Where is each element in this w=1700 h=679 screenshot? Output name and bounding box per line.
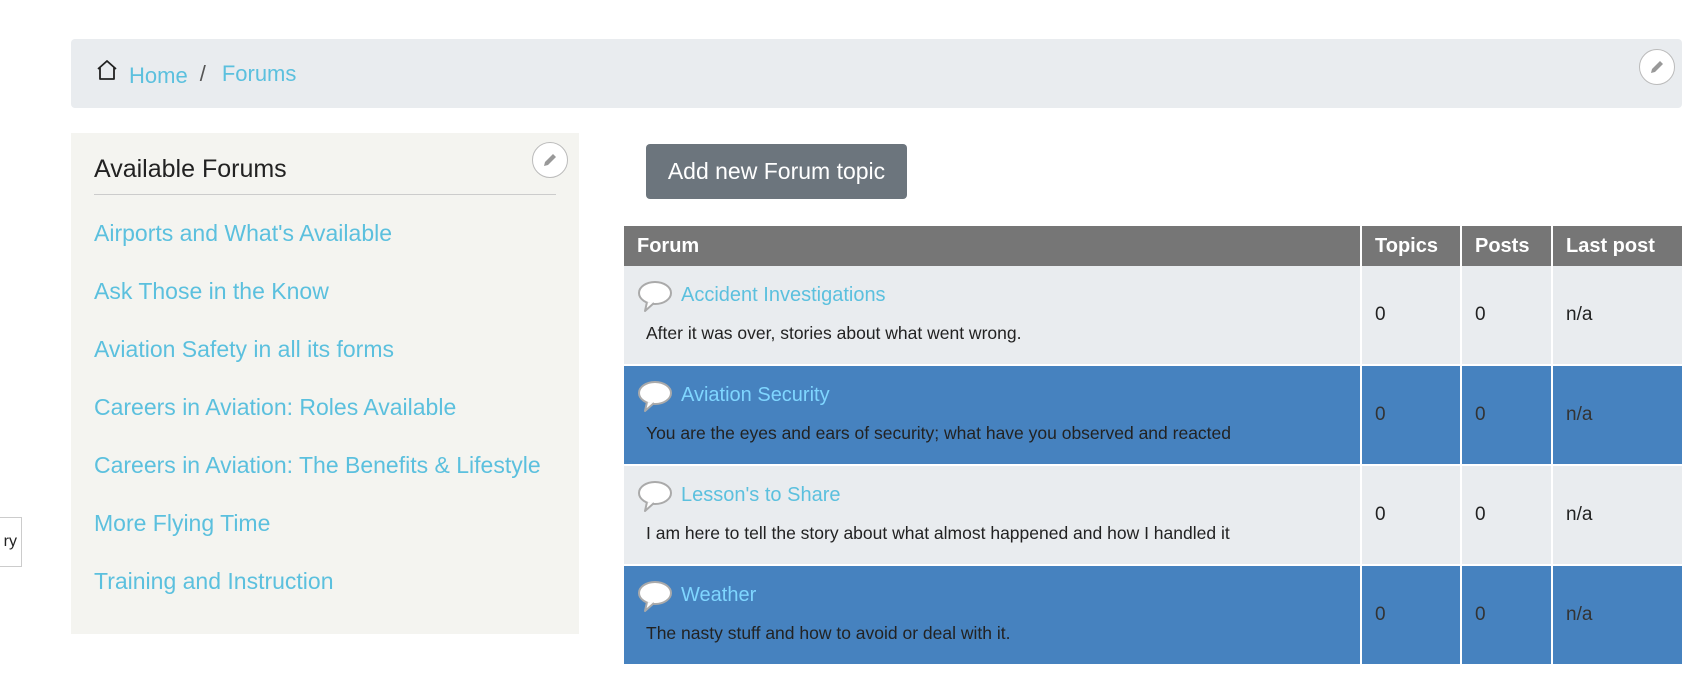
table-row: Weather The nasty stuff and how to avoid… [624,565,1682,666]
posts-count: 0 [1461,465,1553,566]
breadcrumb-trail: Home / Forums [95,59,296,89]
list-item: Airports and What's Available [94,220,541,278]
speech-bubble-icon [638,380,672,412]
available-forums-panel: Available Forums Airports and What's Ava… [71,133,579,634]
forum-cell: Aviation Security You are the eyes and e… [624,365,1362,466]
forum-link[interactable]: Aviation Safety in all its forms [94,336,394,362]
add-forum-topic-button[interactable]: Add new Forum topic [646,144,907,199]
forum-cell: Lesson's to Share I am here to tell the … [624,465,1362,566]
forum-heading: Accident Investigations [637,279,1347,313]
forum-heading: Aviation Security [637,379,1347,413]
last-post: n/a [1552,266,1682,366]
breadcrumb-forums-link[interactable]: Forums [222,61,297,87]
table-row: Aviation Security You are the eyes and e… [624,365,1682,466]
speech-bubble-icon [638,280,672,312]
topics-count: 0 [1361,465,1462,566]
forum-link[interactable]: Airports and What's Available [94,220,392,246]
clipped-side-tab-label: ry [3,533,17,550]
list-item: Training and Instruction [94,568,541,626]
pencil-icon [1651,61,1663,73]
clipped-side-tab[interactable]: ry [0,517,22,567]
topics-count: 0 [1361,266,1462,366]
breadcrumb-separator: / [199,61,206,86]
forum-description: I am here to tell the story about what a… [646,522,1230,543]
forum-table: Forum Topics Posts Last post Accident In… [624,226,1682,666]
forum-description: The nasty stuff and how to avoid or deal… [646,622,1011,643]
forum-cell: Weather The nasty stuff and how to avoid… [624,565,1362,666]
list-item: Careers in Aviation: Roles Available [94,394,541,452]
list-item: More Flying Time [94,510,541,568]
forum-heading: Lesson's to Share [637,479,1347,513]
forum-title-link[interactable]: Accident Investigations [681,284,886,307]
pencil-icon [544,154,556,166]
topics-count: 0 [1361,365,1462,466]
forum-description: You are the eyes and ears of security; w… [646,422,1232,443]
last-post: n/a [1552,365,1682,466]
table-row: Accident Investigations After it was ove… [624,266,1682,366]
forum-link[interactable]: More Flying Time [94,510,270,536]
forum-title-link[interactable]: Aviation Security [681,384,830,407]
last-post: n/a [1552,465,1682,566]
last-post: n/a [1552,565,1682,666]
forum-cell: Accident Investigations After it was ove… [624,266,1362,366]
sidebar-edit-button[interactable] [532,142,568,178]
column-header-forum: Forum [624,226,1362,266]
posts-count: 0 [1461,365,1553,466]
breadcrumb: Home / Forums [71,39,1682,108]
table-row: Lesson's to Share I am here to tell the … [624,465,1682,566]
forum-link[interactable]: Training and Instruction [94,568,334,594]
forum-title-link[interactable]: Lesson's to Share [681,484,840,507]
posts-count: 0 [1461,565,1553,666]
topics-count: 0 [1361,565,1462,666]
home-icon[interactable] [95,58,119,82]
forum-link[interactable]: Careers in Aviation: Roles Available [94,394,456,420]
table-header-row: Forum Topics Posts Last post [624,226,1682,266]
speech-bubble-icon [638,580,672,612]
list-item: Ask Those in the Know [94,278,541,336]
breadcrumb-home-link[interactable]: Home [129,63,188,89]
column-header-posts: Posts [1461,226,1553,266]
list-item: Careers in Aviation: The Benefits & Life… [94,452,541,510]
breadcrumb-edit-button[interactable] [1639,49,1675,85]
available-forums-title: Available Forums [94,155,556,195]
forum-heading: Weather [637,579,1347,613]
forum-link[interactable]: Careers in Aviation: The Benefits & Life… [94,452,541,478]
forum-link[interactable]: Ask Those in the Know [94,278,329,304]
column-header-topics: Topics [1361,226,1462,266]
forum-title-link[interactable]: Weather [681,584,756,607]
posts-count: 0 [1461,266,1553,366]
speech-bubble-icon [638,480,672,512]
column-header-last-post: Last post [1552,226,1682,266]
list-item: Aviation Safety in all its forms [94,336,541,394]
forum-link-list: Airports and What's Available Ask Those … [94,220,541,626]
forum-description: After it was over, stories about what we… [646,322,1022,343]
